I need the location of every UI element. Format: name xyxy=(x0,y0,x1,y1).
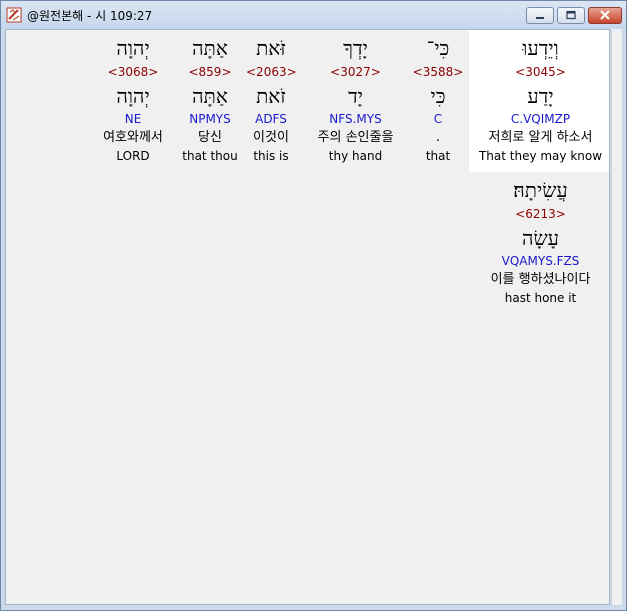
hebrew-lemma: כִּי xyxy=(430,84,446,108)
word-block-3[interactable]: יָדְךָ <3027> יָד NFS.MYS 주의 손인줄을 thy ha… xyxy=(304,30,407,172)
strong-number[interactable]: <2063> xyxy=(246,65,297,79)
hebrew-lemma: יְהוָה xyxy=(116,84,150,108)
word-block-2[interactable]: כִּי־ <3588> כִּי C . that xyxy=(407,30,469,172)
korean-gloss: 주의 손인줄을 xyxy=(317,130,394,145)
english-gloss: this is xyxy=(253,149,289,163)
title-bar[interactable]: @원전본해 - 시 109:27 xyxy=(1,1,626,29)
english-gloss: hast hone it xyxy=(504,291,577,305)
interlinear-pane[interactable]: וְיֵדְעוּ <3045> יָדַע C.VQIMZP 저희로 알게 하… xyxy=(5,29,610,605)
english-gloss: LORD xyxy=(116,149,150,163)
korean-gloss: 여호와께서 xyxy=(103,130,163,145)
app-window: @원전본해 - 시 109:27 וְיֵדְעוּ <3045> יָדַע … xyxy=(0,0,627,611)
hebrew-word: יָדְךָ xyxy=(343,36,368,60)
strong-number[interactable]: <859> xyxy=(176,65,244,79)
morph-code: NE xyxy=(124,112,142,126)
word-block-6[interactable]: יְהוָה <3068> יְהוָה NE 여호와께서 LORD xyxy=(96,30,170,172)
window-title: @원전본해 - 시 109:27 xyxy=(27,9,153,23)
english-gloss: that xyxy=(425,149,451,163)
hebrew-lemma: זֹאת xyxy=(256,84,286,108)
hebrew-word: כִּי־ xyxy=(426,36,450,60)
strong-number[interactable]: <3588> xyxy=(407,65,469,79)
strong-number[interactable]: <3045> xyxy=(469,65,609,79)
hebrew-word: עֲשִׂיתָהּ׃ xyxy=(513,178,568,202)
hebrew-word: זֹּאת xyxy=(256,36,286,60)
morph-code: C.VQIMZP xyxy=(510,112,571,126)
hebrew-lemma: אַתָּה xyxy=(192,84,228,108)
word-block-5[interactable]: אַתָּה <859> אַתָּה NPMYS 당신 that thou xyxy=(176,30,244,172)
strong-number[interactable]: <6213> xyxy=(469,207,609,221)
right-edge-strip xyxy=(611,29,622,605)
minimize-button[interactable] xyxy=(526,7,554,24)
hebrew-word: יְהוָה xyxy=(116,36,150,60)
korean-gloss: 당신 xyxy=(198,130,222,145)
korean-gloss: 저희로 알게 하소서 xyxy=(488,130,593,145)
hebrew-lemma: עָשָׂה xyxy=(522,226,559,250)
korean-gloss: 이것이 xyxy=(253,130,289,145)
hebrew-lemma: יָד xyxy=(348,84,363,108)
morph-code: VQAMYS.FZS xyxy=(501,254,580,268)
word-block-4[interactable]: זֹּאת <2063> זֹאת ADFS 이것이 this is xyxy=(246,30,297,172)
minimize-icon xyxy=(536,17,544,19)
morph-code: ADFS xyxy=(255,112,287,126)
english-gloss: that thou xyxy=(182,149,238,163)
strong-number[interactable]: <3027> xyxy=(304,65,407,79)
morph-code: NFS.MYS xyxy=(329,112,382,126)
hebrew-word: אַתָּה xyxy=(192,36,228,60)
maximize-button[interactable] xyxy=(557,7,585,24)
strong-number[interactable]: <3068> xyxy=(96,65,170,79)
hebrew-lemma: יָדַע xyxy=(527,84,554,108)
english-gloss: That they may know xyxy=(478,149,603,163)
word-block-1[interactable]: וְיֵדְעוּ <3045> יָדַע C.VQIMZP 저희로 알게 하… xyxy=(469,30,609,172)
english-gloss: thy hand xyxy=(328,149,383,163)
restore-icon xyxy=(566,10,576,20)
morph-code: C xyxy=(433,112,443,126)
close-icon xyxy=(600,10,610,20)
app-logo-icon xyxy=(6,7,22,23)
korean-gloss: . xyxy=(435,130,441,145)
close-button[interactable] xyxy=(588,7,622,24)
korean-gloss: 이를 행하셨나이다 xyxy=(490,272,591,287)
hebrew-word: וְיֵדְעוּ xyxy=(522,36,559,60)
morph-code: NPMYS xyxy=(189,112,231,126)
word-block-7[interactable]: עֲשִׂיתָהּ׃ <6213> עָשָׂה VQAMYS.FZS 이를 … xyxy=(469,172,609,314)
